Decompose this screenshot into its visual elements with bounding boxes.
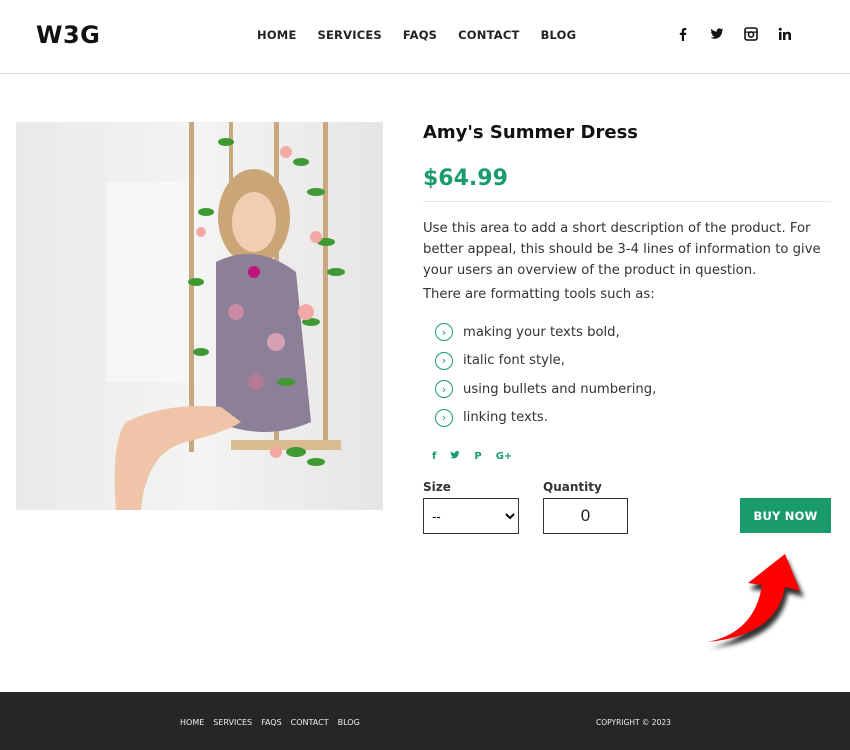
- product-description: Use this area to add a short description…: [423, 221, 821, 278]
- nav-contact[interactable]: CONTACT: [458, 28, 519, 42]
- quantity-input[interactable]: [543, 498, 628, 534]
- nav-faqs[interactable]: FAQS: [403, 28, 437, 42]
- feature-list: › making your texts bold, › italic font st…: [435, 318, 656, 432]
- facebook-share-icon[interactable]: f: [432, 451, 436, 462]
- chevron-circle-icon: ›: [435, 408, 453, 427]
- main-nav: HOME SERVICES FAQS CONTACT BLOG: [257, 28, 576, 42]
- site-header: W3G HOME SERVICES FAQS CONTACT BLOG: [0, 0, 850, 74]
- list-item: › making your texts bold,: [435, 318, 656, 347]
- google-plus-share-icon[interactable]: G+: [496, 451, 513, 462]
- nav-home[interactable]: HOME: [257, 28, 297, 42]
- quantity-label: Quantity: [543, 480, 602, 494]
- red-arrow-icon: [708, 554, 804, 648]
- nav-blog[interactable]: BLOG: [541, 28, 577, 42]
- share-links: f P G+: [432, 450, 512, 463]
- size-select[interactable]: --: [423, 498, 519, 534]
- product-image: [16, 122, 383, 510]
- footer-nav-services[interactable]: SERVICES: [213, 718, 252, 727]
- list-item: › using bullets and numbering,: [435, 375, 656, 404]
- twitter-icon[interactable]: [710, 27, 724, 41]
- social-links: [676, 27, 792, 41]
- buy-now-button[interactable]: BUY NOW: [740, 498, 831, 533]
- list-item: › italic font style,: [435, 347, 656, 376]
- size-label: Size: [423, 480, 451, 494]
- footer-nav-faqs[interactable]: FAQS: [261, 718, 282, 727]
- divider: [423, 201, 831, 202]
- product-price: $64.99: [423, 166, 508, 191]
- chevron-circle-icon: ›: [435, 351, 453, 370]
- instagram-icon[interactable]: [744, 27, 758, 41]
- footer-nav-blog[interactable]: BLOG: [338, 718, 360, 727]
- product-photo: [16, 122, 383, 510]
- footer-nav-home[interactable]: HOME: [180, 718, 204, 727]
- chevron-circle-icon: ›: [435, 323, 453, 342]
- site-footer: HOME SERVICES FAQS CONTACT BLOG COPYRIGH…: [0, 692, 850, 750]
- footer-nav: HOME SERVICES FAQS CONTACT BLOG: [180, 718, 360, 727]
- product-title: Amy's Summer Dress: [423, 122, 639, 143]
- logo[interactable]: W3G: [36, 21, 100, 49]
- pinterest-share-icon[interactable]: P: [474, 451, 481, 462]
- copyright-text: COPYRIGHT © 2023: [596, 718, 671, 727]
- linkedin-icon[interactable]: [778, 27, 792, 41]
- chevron-circle-icon: ›: [435, 380, 453, 399]
- facebook-icon[interactable]: [676, 27, 690, 41]
- twitter-share-icon[interactable]: [450, 450, 460, 463]
- nav-services[interactable]: SERVICES: [318, 28, 382, 42]
- list-item: › linking texts.: [435, 404, 656, 433]
- footer-nav-contact[interactable]: CONTACT: [291, 718, 329, 727]
- formatting-intro: There are formatting tools such as:: [423, 287, 655, 302]
